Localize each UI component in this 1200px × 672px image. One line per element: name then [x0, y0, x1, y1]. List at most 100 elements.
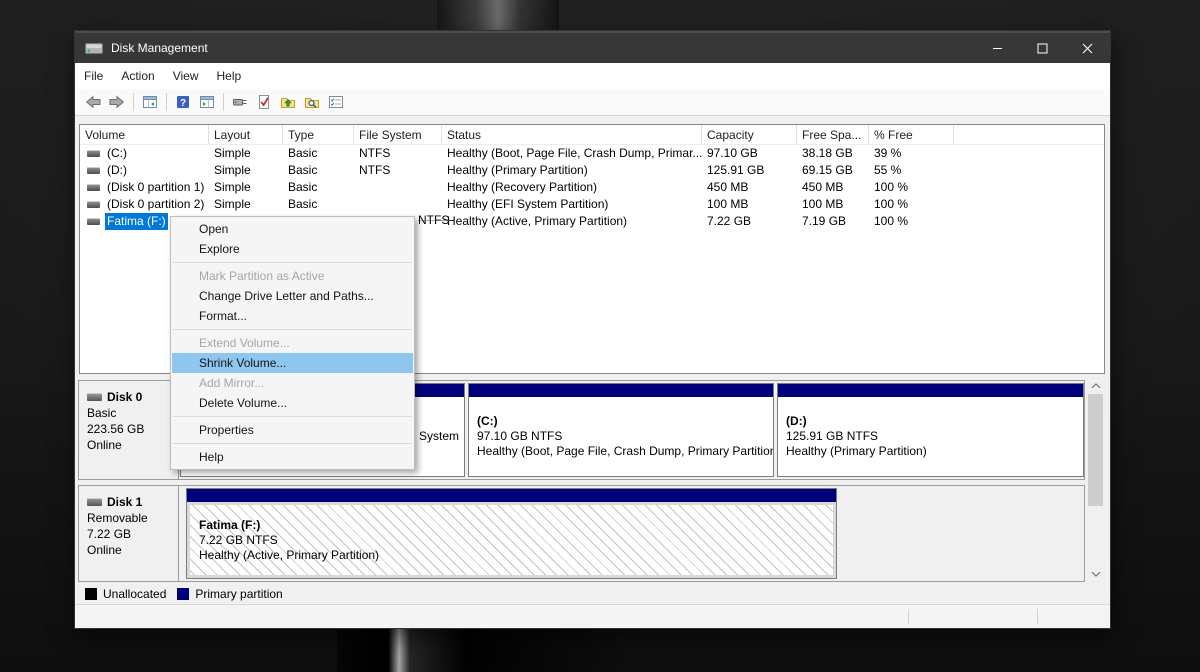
column-header-capacity[interactable]: Capacity — [702, 125, 797, 144]
partition-text-fragment: System — [419, 429, 459, 444]
menu-help[interactable]: Help — [208, 63, 251, 89]
disk-state: Online — [87, 437, 178, 453]
cell-capacity: 125.91 GB — [702, 162, 797, 179]
disk-kind: Removable — [87, 510, 178, 526]
volume-row-d[interactable]: (D:) Simple Basic NTFS Healthy (Primary … — [80, 162, 1104, 179]
partition-d[interactable]: (D:) 125.91 GB NTFS Healthy (Primary Par… — [777, 383, 1084, 477]
volume-drive-icon — [87, 167, 100, 174]
disk-0-label[interactable]: Disk 0 Basic 223.56 GB Online — [79, 381, 179, 479]
menu-item-add-mirror: Add Mirror... — [172, 373, 413, 393]
cell-type: Basic — [283, 162, 354, 179]
cell-pct: 100 % — [869, 213, 954, 230]
check-document-icon[interactable] — [252, 91, 276, 114]
cell-free: 69.15 GB — [797, 162, 869, 179]
partition-size: 125.91 GB NTFS — [786, 429, 1083, 444]
partition-legend: Unallocated Primary partition — [75, 584, 1110, 604]
toolbar-separator — [223, 93, 224, 111]
menu-item-open[interactable]: Open — [172, 219, 413, 239]
toolbar: ? — [75, 89, 1110, 116]
volume-row-c[interactable]: (C:) Simple Basic NTFS Healthy (Boot, Pa… — [80, 145, 1104, 162]
status-bar-separator — [1037, 609, 1038, 624]
partition-name: (D:) — [786, 414, 1083, 429]
scrollbar-thumb[interactable] — [1088, 394, 1103, 506]
volume-row-disk0-partition1[interactable]: (Disk 0 partition 1) Simple Basic Health… — [80, 179, 1104, 196]
column-header-free-space[interactable]: Free Spa... — [797, 125, 869, 144]
disk-state: Online — [87, 542, 178, 558]
volume-name-selected: Fatima (F:) — [105, 213, 168, 230]
disk-size: 7.22 GB — [87, 526, 178, 542]
back-icon[interactable] — [81, 91, 105, 114]
volume-drive-icon — [87, 218, 100, 225]
cell-layout: Simple — [209, 196, 283, 213]
menu-action[interactable]: Action — [112, 63, 163, 89]
volume-drive-icon — [87, 150, 100, 157]
menu-file[interactable]: File — [75, 63, 112, 89]
legend-primary-partition-swatch — [177, 588, 189, 600]
column-header-filler — [954, 125, 1104, 144]
scroll-down-icon[interactable] — [1087, 565, 1104, 582]
legend-primary-partition-label: Primary partition — [195, 587, 282, 601]
menu-item-mark-partition: Mark Partition as Active — [172, 266, 413, 286]
help-icon[interactable]: ? — [171, 91, 195, 114]
menu-view[interactable]: View — [164, 63, 208, 89]
menu-item-help[interactable]: Help — [172, 447, 413, 467]
menu-item-format[interactable]: Format... — [172, 306, 413, 326]
menu-item-explore[interactable]: Explore — [172, 239, 413, 259]
settings-list-icon[interactable] — [324, 91, 348, 114]
cell-type: Basic — [283, 196, 354, 213]
cell-fs: NTFS — [354, 162, 442, 179]
scroll-up-icon[interactable] — [1087, 377, 1104, 394]
partition-color-bar — [469, 384, 773, 397]
background-stand-photo — [337, 627, 640, 672]
partition-color-bar — [778, 384, 1083, 397]
disk-name: Disk 1 — [107, 494, 142, 510]
cell-capacity: 7.22 GB — [702, 213, 797, 230]
column-header-layout[interactable]: Layout — [209, 125, 283, 144]
cell-pct: 100 % — [869, 196, 954, 213]
menu-item-delete-volume[interactable]: Delete Volume... — [172, 393, 413, 413]
maximize-button[interactable] — [1020, 33, 1065, 63]
legend-unallocated-swatch — [85, 588, 97, 600]
column-header-type[interactable]: Type — [283, 125, 354, 144]
menu-separator — [173, 416, 412, 417]
menu-item-change-drive-letter[interactable]: Change Drive Letter and Paths... — [172, 286, 413, 306]
volume-drive-icon — [87, 184, 100, 191]
minimize-button[interactable] — [975, 33, 1020, 63]
window-title: Disk Management — [111, 41, 208, 55]
cell-pct: 39 % — [869, 145, 954, 162]
cell-status: Healthy (Recovery Partition) — [442, 179, 702, 196]
menu-item-properties[interactable]: Properties — [172, 420, 413, 440]
close-button[interactable] — [1065, 33, 1110, 63]
column-header-status[interactable]: Status — [442, 125, 702, 144]
forward-icon[interactable] — [105, 91, 129, 114]
cell-free: 100 MB — [797, 196, 869, 213]
vertical-scrollbar[interactable] — [1087, 377, 1104, 582]
disk-1-label[interactable]: Disk 1 Removable 7.22 GB Online — [79, 486, 179, 581]
volume-list-header: Volume Layout Type File System Status Ca… — [80, 125, 1104, 145]
context-menu: Open Explore Mark Partition as Active Ch… — [170, 216, 415, 470]
cell-free: 7.19 GB — [797, 213, 869, 230]
partition-size: 97.10 GB NTFS — [477, 429, 773, 444]
column-header-volume[interactable]: Volume — [80, 125, 209, 144]
disk-1-row: Disk 1 Removable 7.22 GB Online Fatima (… — [78, 485, 1085, 582]
cell-capacity: 97.10 GB — [702, 145, 797, 162]
partition-fatima-selected[interactable]: Fatima (F:) 7.22 GB NTFS Healthy (Active… — [186, 488, 837, 579]
partition-health: Healthy (Active, Primary Partition) — [199, 548, 836, 563]
show-console-tree-icon[interactable] — [138, 91, 162, 114]
show-action-pane-icon[interactable] — [195, 91, 219, 114]
volume-name: (Disk 0 partition 2) — [105, 196, 206, 213]
cell-free: 450 MB — [797, 179, 869, 196]
partition-c[interactable]: (C:) 97.10 GB NTFS Healthy (Boot, Page F… — [468, 383, 774, 477]
volume-name: (Disk 0 partition 1) — [105, 179, 206, 196]
menu-item-shrink-volume[interactable]: Shrink Volume... — [172, 353, 413, 373]
cell-status: Healthy (Primary Partition) — [442, 162, 702, 179]
cell-fs: NTFS — [354, 145, 442, 162]
menu-item-extend-volume: Extend Volume... — [172, 333, 413, 353]
console-device-icon[interactable] — [228, 91, 252, 114]
legend-unallocated-label: Unallocated — [103, 587, 166, 601]
folder-find-icon[interactable] — [300, 91, 324, 114]
column-header-file-system[interactable]: File System — [354, 125, 442, 144]
folder-export-icon[interactable] — [276, 91, 300, 114]
volume-row-disk0-partition2[interactable]: (Disk 0 partition 2) Simple Basic Health… — [80, 196, 1104, 213]
column-header-pct-free[interactable]: % Free — [869, 125, 954, 144]
